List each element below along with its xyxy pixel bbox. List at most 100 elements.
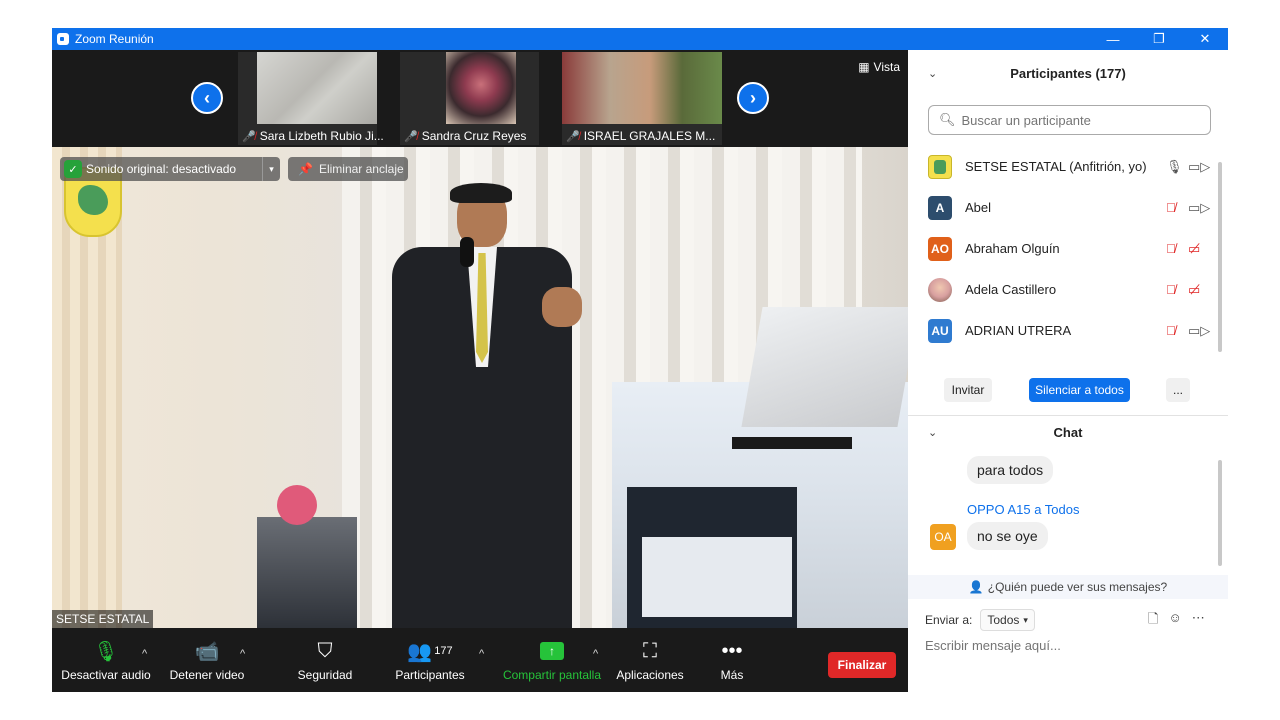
thumbnail-name: 🎤̸ Sara Lizbeth Rubio Ji...: [242, 129, 384, 143]
invite-button[interactable]: Invitar: [944, 378, 992, 402]
chat-message: para todos: [967, 456, 1054, 484]
title-bar: Zoom Reunión — ❐ ✕: [52, 28, 1228, 50]
search-input[interactable]: [961, 112, 1202, 128]
thumbnail-video[interactable]: 🎤̸ Sandra Cruz Reyes: [400, 52, 539, 145]
zoom-logo-icon: [57, 33, 69, 45]
participants-header: ⌄ Participantes (177): [928, 65, 1126, 81]
share-options-chevron[interactable]: ^: [593, 648, 598, 660]
side-panel: ⌄ Participantes (177) 🔍︎ SETSE ESTATAL (…: [908, 50, 1228, 692]
chat-sender[interactable]: OPPO A15 a Todos: [967, 502, 1080, 517]
thumbnail-strip: ‹ 🎤̸ Sara Lizbeth Rubio Ji... 🎤̸ Sandra Cr…: [52, 50, 908, 147]
camera-off-icon[interactable]: ▭▷: [1188, 159, 1210, 175]
more-icon: •••: [721, 639, 743, 662]
avatar: [928, 277, 952, 302]
shield-check-icon: ✓: [64, 160, 82, 178]
participant-row[interactable]: SETSE ESTATAL (Anfitrión, yo) 🎙 ▭▷: [908, 146, 1218, 187]
apps-button[interactable]: ⛶ Aplicaciones: [614, 628, 686, 692]
avatar: OA: [930, 524, 956, 550]
mute-all-button[interactable]: Silenciar a todos: [1029, 378, 1130, 402]
more-button[interactable]: ••• Más: [712, 628, 752, 692]
apps-icon: ⛶: [643, 639, 657, 662]
more-options-button[interactable]: ...: [1166, 378, 1190, 402]
mic-muted-icon[interactable]: 🎙̸: [1166, 200, 1176, 215]
collapse-chevron-icon[interactable]: ⌄: [928, 426, 937, 439]
who-can-see-link[interactable]: 👤 ¿Quién puede ver sus mensajes?: [908, 575, 1228, 599]
participants-actions: Invitar Silenciar a todos ...: [908, 378, 1228, 406]
speaker-name-label: SETSE ESTATAL: [52, 610, 154, 628]
microphone-icon[interactable]: 🎙: [1166, 159, 1183, 175]
mic-muted-icon[interactable]: 🎙̸: [1166, 323, 1176, 338]
camera-off-icon[interactable]: ▭▷: [1188, 323, 1210, 339]
chat-tools: 🗋 ☺ ⋯: [1148, 610, 1205, 632]
participant-list: SETSE ESTATAL (Anfitrión, yo) 🎙 ▭▷ A Abe…: [908, 146, 1218, 351]
participant-row[interactable]: Adela Castillero 🎙̸ ▭̸: [908, 269, 1218, 310]
end-meeting-button[interactable]: Finalizar: [828, 652, 896, 678]
meeting-area: ‹ 🎤̸ Sara Lizbeth Rubio Ji... 🎤̸ Sandra Cr…: [52, 50, 908, 692]
top-banner: ✓ Sonido original: desactivado ▾ 📌 Elimi…: [60, 157, 408, 181]
collapse-chevron-icon[interactable]: ⌄: [928, 67, 937, 80]
meeting-toolbar: 🎙 Desactivar audio ^ 📹 Detener video ^ ⛉…: [52, 628, 908, 692]
minimize-button[interactable]: —: [1090, 28, 1136, 50]
zoom-window: Zoom Reunión — ❐ ✕ ‹ 🎤̸ Sara Lizbeth Rubi…: [52, 28, 1228, 692]
share-screen-icon: ↑: [540, 638, 564, 664]
stop-video-button[interactable]: 📹 Detener video: [167, 628, 247, 692]
share-screen-button[interactable]: ↑ Compartir pantalla: [500, 628, 604, 692]
speaker: [382, 183, 582, 628]
window-title: Zoom Reunión: [75, 32, 154, 46]
chevron-down-icon[interactable]: ▾: [262, 157, 280, 181]
camera-blocked-icon[interactable]: ▭̸: [1188, 241, 1200, 257]
participant-row[interactable]: A Abel 🎙̸ ▭▷: [908, 187, 1218, 228]
video-feed: [562, 52, 722, 124]
view-button[interactable]: ▦ Vista: [858, 60, 900, 74]
avatar: AU: [928, 318, 952, 343]
mic-muted-icon[interactable]: 🎙̸: [1166, 282, 1176, 297]
shield-icon: ⛉: [317, 639, 333, 662]
pin-icon: 📌: [298, 162, 313, 176]
thumbnail-video[interactable]: 🎤̸ ISRAEL GRAJALES M...: [562, 52, 722, 145]
grid-icon: ▦: [858, 60, 870, 74]
mic-muted-icon: 🎤̸: [566, 130, 580, 143]
chat-message-input[interactable]: [925, 638, 1215, 653]
participant-row[interactable]: AO Abraham Olguín 🎙̸ ▭̸: [908, 228, 1218, 269]
main-video: ✓ Sonido original: desactivado ▾ 📌 Elimi…: [52, 147, 908, 628]
emoji-icon[interactable]: ☺: [1168, 610, 1181, 632]
participants-count: 177: [434, 645, 453, 657]
video-options-chevron[interactable]: ^: [240, 648, 245, 660]
next-page-button[interactable]: ›: [737, 82, 769, 114]
camera-icon: 📹: [194, 640, 220, 663]
thumbnail-name: 🎤̸ ISRAEL GRAJALES M...: [566, 129, 716, 143]
chat-header: ⌄ Chat: [928, 424, 1083, 440]
unpin-button[interactable]: 📌 Eliminar anclaje: [288, 157, 408, 181]
participants-button[interactable]: 👥 177 Participantes: [392, 628, 468, 692]
gift-bow: [277, 485, 317, 525]
avatar: [928, 154, 952, 179]
thumbnail-name: 🎤̸ Sandra Cruz Reyes: [404, 129, 527, 143]
send-to-row: Enviar a: Todos ▾: [925, 609, 1035, 631]
participant-search[interactable]: 🔍︎: [928, 105, 1211, 135]
recipient-select[interactable]: Todos ▾: [980, 609, 1035, 631]
thumbnail-video[interactable]: 🎤̸ Sara Lizbeth Rubio Ji...: [238, 52, 384, 145]
prev-page-button[interactable]: ‹: [191, 82, 223, 114]
file-icon[interactable]: 🗋: [1148, 610, 1158, 632]
stand: [732, 437, 852, 449]
restore-button[interactable]: ❐: [1136, 28, 1182, 50]
camera-blocked-icon[interactable]: ▭̸: [1188, 282, 1200, 298]
mic-muted-icon[interactable]: 🎙̸: [1166, 241, 1176, 256]
audio-options-chevron[interactable]: ^: [142, 648, 147, 660]
original-sound-button[interactable]: ✓ Sonido original: desactivado ▾: [60, 157, 280, 181]
participants-options-chevron[interactable]: ^: [479, 648, 484, 660]
close-button[interactable]: ✕: [1182, 28, 1228, 50]
tv-box-label: [642, 537, 792, 617]
video-feed: [446, 52, 516, 124]
participant-row[interactable]: AU ADRIAN UTRERA 🎙̸ ▭▷: [908, 310, 1218, 351]
more-icon[interactable]: ⋯: [1192, 610, 1205, 632]
screen: [741, 307, 908, 427]
people-icon: 👥 177: [407, 640, 453, 663]
camera-off-icon[interactable]: ▭▷: [1188, 200, 1210, 216]
mute-audio-button[interactable]: 🎙 Desactivar audio: [60, 628, 152, 692]
participants-scrollbar[interactable]: [1218, 162, 1222, 352]
security-button[interactable]: ⛉ Seguridad: [290, 628, 360, 692]
mic-muted-icon: 🎤̸: [404, 130, 418, 143]
microphone-icon: 🎙: [93, 640, 119, 663]
chat-scrollbar[interactable]: [1218, 460, 1222, 566]
